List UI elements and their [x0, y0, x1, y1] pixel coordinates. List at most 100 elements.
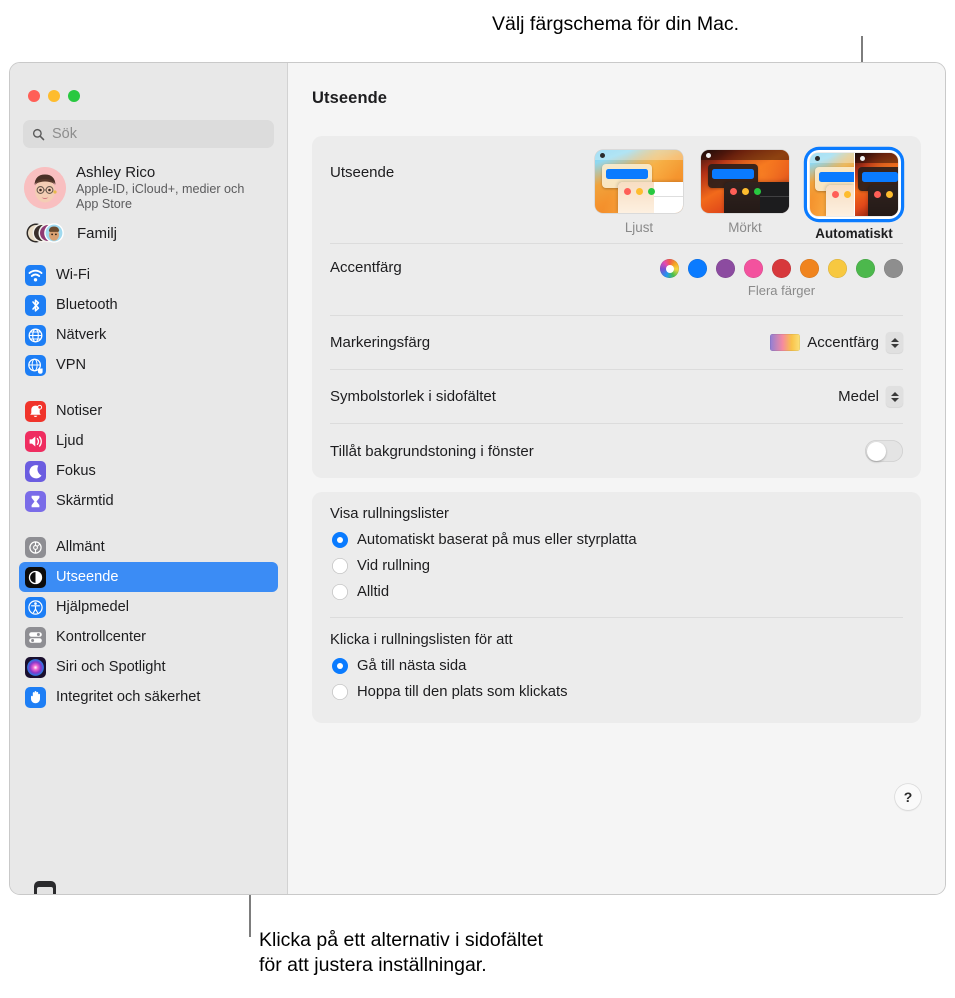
radio-click-jump-to-spot-label: Hoppa till den plats som klickats [357, 684, 568, 700]
sidebar-item-bluetooth[interactable]: Bluetooth [19, 290, 278, 320]
sidebar-item-control-center[interactable]: Kontrollcenter [19, 622, 278, 652]
radio-scrollbars-when-scrolling[interactable]: Vid rullning [330, 553, 903, 579]
sidebar-icon-size-value: Medel [838, 388, 879, 405]
accent-swatch-yellow[interactable] [828, 259, 847, 278]
radio-click-jump-to-spot[interactable]: Hoppa till den plats som klickats [330, 679, 903, 705]
sidebar-item-partial-icon[interactable] [34, 881, 56, 894]
search-input[interactable]: Sök [23, 120, 274, 148]
accent-swatch-orange[interactable] [800, 259, 819, 278]
sidebar-item-sound-label: Ljud [56, 433, 84, 450]
sidebar-item-family-label: Familj [77, 224, 117, 242]
allow-wallpaper-tinting-toggle[interactable] [865, 440, 903, 462]
accent-swatch-purple[interactable] [716, 259, 735, 278]
radio-scrollbars-always[interactable]: Alltid [330, 579, 903, 605]
accent-swatch-pink[interactable] [744, 259, 763, 278]
radio-scrollbars-always-label: Alltid [357, 584, 390, 600]
page-title: Utseende [312, 89, 388, 107]
accent-swatch-list [660, 259, 903, 278]
accent-color-options: Flera färger [660, 259, 903, 298]
bell-icon [25, 400, 46, 422]
radio-scrollbars-auto[interactable]: Automatiskt baserat på mus eller styrpla… [330, 527, 903, 553]
appearance-option-light-label: Ljust [624, 220, 654, 235]
appearance-option-auto[interactable]: Automatiskt [807, 150, 901, 241]
row-appearance-label: Utseende [330, 164, 395, 181]
zoom-button[interactable] [68, 90, 80, 102]
sidebar-item-sound[interactable]: Ljud [19, 426, 278, 456]
more-colors-label[interactable]: Flera färger [748, 283, 815, 298]
account-row[interactable]: Ashley Rico Apple-ID, iCloud+, medier oc… [10, 148, 287, 211]
sidebar-item-control-center-label: Kontrollcenter [56, 629, 147, 646]
search-placeholder: Sök [52, 126, 77, 142]
appearance-option-light[interactable]: Ljust [595, 150, 683, 241]
sidebar-item-family[interactable]: Familj [10, 211, 287, 246]
speaker-icon [25, 430, 46, 452]
sidebar-item-vpn[interactable]: VPN [19, 350, 278, 380]
radio-click-next-page[interactable]: Gå till nästa sida [330, 653, 903, 679]
search-container: Sök [10, 102, 287, 148]
row-highlight-color: Markeringsfärg Accentfärg [330, 316, 903, 370]
callout-bottom-text: Klicka på ett alternativ i sidofältet fö… [259, 929, 543, 976]
sidebar-item-focus[interactable]: Fokus [19, 456, 278, 486]
account-subtitle: Apple-ID, iCloud+, medier och App Store [76, 181, 245, 211]
sidebar-item-bluetooth-label: Bluetooth [56, 297, 118, 314]
sidebar-item-wifi-label: Wi-Fi [56, 267, 91, 284]
sidebar-item-privacy-security[interactable]: Integritet och säkerhet [19, 682, 278, 712]
chevron-updown-icon [886, 332, 903, 353]
appearance-option-auto-label: Automatiskt [815, 226, 893, 241]
sidebar-item-general-label: Allmänt [56, 539, 105, 556]
sidebar-item-screentime-label: Skärmtid [56, 493, 114, 510]
avatar [24, 166, 66, 209]
appearance-option-dark[interactable]: Mörkt [701, 150, 789, 241]
window-controls [10, 63, 287, 102]
sidebar-group-connectivity: Wi-Fi Bluetooth Nätverk VPN [10, 260, 287, 380]
appearance-option-dark-label: Mörkt [728, 220, 762, 235]
row-sidebar-icon-size-label: Symbolstorlek i sidofältet [330, 388, 496, 405]
search-icon [32, 128, 45, 140]
sidebar-item-notifications-label: Notiser [56, 403, 103, 420]
radio-button [332, 684, 348, 700]
account-text: Ashley Rico Apple-ID, iCloud+, medier oc… [76, 164, 266, 211]
wifi-icon [25, 264, 46, 286]
accessibility-icon [25, 596, 46, 618]
sidebar-item-privacy-security-label: Integritet och säkerhet [56, 689, 201, 706]
sidebar-item-vpn-label: VPN [56, 357, 87, 374]
highlight-color-value: Accentfärg [807, 334, 879, 351]
sidebar-item-notifications[interactable]: Notiser [19, 396, 278, 426]
accent-swatch-blue[interactable] [688, 259, 707, 278]
accent-swatch-red[interactable] [772, 259, 791, 278]
sidebar-item-accessibility[interactable]: Hjälpmedel [19, 592, 278, 622]
radio-scrollbars-when-scrolling-label: Vid rullning [357, 558, 430, 574]
row-accent-color: Accentfärg Flera färger [330, 244, 903, 316]
sidebar-item-general[interactable]: Allmänt [19, 532, 278, 562]
sidebar-item-appearance[interactable]: Utseende [19, 562, 278, 593]
bluetooth-icon [25, 294, 46, 316]
close-button[interactable] [28, 90, 40, 102]
accent-swatch-multicolor[interactable] [660, 259, 679, 278]
sidebar-item-siri-spotlight-label: Siri och Spotlight [56, 659, 166, 676]
sidebar-item-screentime[interactable]: Skärmtid [19, 486, 278, 516]
row-allow-wallpaper-tinting: Tillåt bakgrundstoning i fönster [330, 424, 903, 478]
sidebar-item-wifi[interactable]: Wi-Fi [19, 260, 278, 290]
sidebar-item-network[interactable]: Nätverk [19, 320, 278, 350]
accent-swatch-green[interactable] [856, 259, 875, 278]
radio-button [332, 532, 348, 548]
hourglass-icon [25, 490, 46, 512]
help-button[interactable]: ? [895, 784, 921, 810]
sidebar-icon-size-popup[interactable]: Medel [838, 386, 903, 407]
section-show-scrollbars: Visa rullningslister Automatiskt baserat… [330, 492, 903, 618]
control-center-icon [25, 626, 46, 648]
hand-privacy-icon [25, 686, 46, 708]
accent-swatch-graphite[interactable] [884, 259, 903, 278]
highlight-color-popup[interactable]: Accentfärg [770, 332, 903, 353]
chevron-updown-icon [886, 386, 903, 407]
minimize-button[interactable] [48, 90, 60, 102]
sidebar-item-focus-label: Fokus [56, 463, 96, 480]
detail-pane: Utseende Utseende Ljust Mörkt Automatisk… [288, 63, 945, 894]
appearance-thumb-auto [810, 153, 898, 216]
radio-button [332, 658, 348, 674]
section-click-scrollbar: Klicka i rullningslisten för att Gå till… [330, 618, 903, 709]
sidebar-group-alerts: Notiser Ljud Fokus Skärmtid [10, 396, 287, 516]
sidebar-item-siri-spotlight[interactable]: Siri och Spotlight [19, 652, 278, 682]
appearance-icon [25, 566, 46, 588]
section-show-scrollbars-label: Visa rullningslister [330, 506, 449, 522]
